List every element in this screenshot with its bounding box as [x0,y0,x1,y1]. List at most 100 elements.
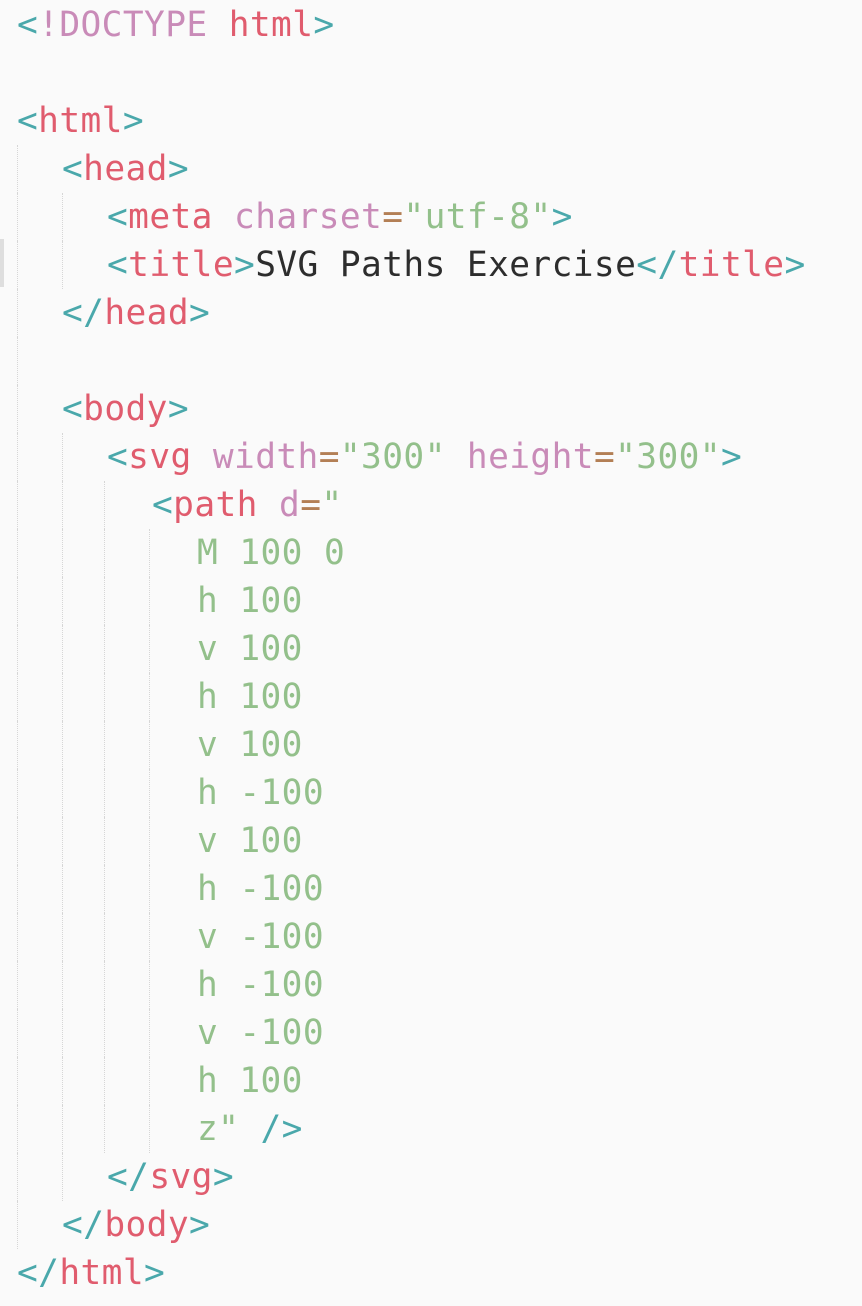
doctype-close-bracket: > [313,5,335,45]
svg-end-close-bracket: > [212,1157,235,1197]
indent-guide [149,1009,150,1057]
code-line-path-command[interactable]: h -100 [0,769,862,817]
indent-guide [62,529,63,577]
body-end-open-bracket: </ [62,1205,105,1245]
head-end-tag-name: head [104,293,190,333]
code-line-path-command[interactable]: v 100 [0,625,862,673]
indent-guide [17,913,18,961]
indent-guide [17,481,18,529]
indent-guide [62,1105,63,1153]
svg-end-open-bracket: </ [107,1157,150,1197]
code-line-head-open[interactable]: <head> [0,145,862,193]
html-end-tag-name: html [59,1253,145,1293]
title-text: SVG Paths Exercise [255,245,637,285]
indent-guide [149,769,150,817]
indent-guide [104,577,105,625]
indent-guide [17,1153,18,1201]
meta-tag-name: meta [128,197,213,237]
indent-guide [62,433,63,481]
indent-guide [62,481,63,529]
code-line-body-close[interactable]: </body> [0,1201,862,1249]
svg-width-value: "300" [339,437,446,477]
code-line-path-command[interactable]: h 100 [0,673,862,721]
code-line-doctype[interactable]: <!DOCTYPE html> [0,1,862,49]
code-line-path-command[interactable]: M 100 0 [0,529,862,577]
code-line-svg-close[interactable]: </svg> [0,1153,862,1201]
indent-guide [17,673,18,721]
indent-guide [17,769,18,817]
title-open-bracket: < [107,245,129,285]
indent-guide [149,817,150,865]
indent-guide [104,817,105,865]
indent-guide [104,481,105,529]
code-line-path-command[interactable]: v 100 [0,721,862,769]
path-command: h 100 [197,677,303,717]
html-tag-name: html [38,101,123,141]
path-command: h -100 [197,869,325,909]
path-command: M 100 0 [197,533,346,573]
indent-guide [149,721,150,769]
head-tag-name: head [83,149,168,189]
indent-guide [17,145,18,193]
code-line-path-command[interactable]: v -100 [0,1009,862,1057]
body-tag-name: body [83,389,168,429]
indent-guide [62,817,63,865]
indent-guide [17,529,18,577]
path-open-bracket: < [152,485,174,525]
path-d-attribute: d [279,485,301,525]
html-end-close-bracket: > [144,1253,166,1293]
indent-guide [62,193,63,241]
code-line-path-close[interactable]: z" /> [0,1105,862,1153]
doctype-keyword: !DOCTYPE [38,5,208,45]
path-command: h 100 [197,581,303,621]
code-line-meta[interactable]: <meta charset="utf-8"> [0,193,862,241]
code-line-empty[interactable] [0,49,862,97]
code-line-path-command[interactable]: h -100 [0,961,862,1009]
body-end-tag-name: body [104,1205,190,1245]
code-line-path-command[interactable]: v -100 [0,913,862,961]
indent-guide [104,1009,105,1057]
path-equals: = [300,485,322,525]
indent-guide [104,1105,105,1153]
path-open-quote: " [321,485,343,525]
code-editor[interactable]: <!DOCTYPE html> <html> <head> <meta char… [0,0,862,1306]
title-end-close-bracket: > [784,245,806,285]
indent-guide [17,337,18,385]
indent-guide [149,865,150,913]
indent-guide [62,625,63,673]
indent-guide [149,961,150,1009]
path-command: v -100 [197,917,325,957]
svg-tag-name: svg [128,437,192,477]
title-end-open-bracket: </ [636,245,679,285]
code-line-body-open[interactable]: <body> [0,385,862,433]
code-line-path-open[interactable]: <path d=" [0,481,862,529]
indent-guide [104,673,105,721]
code-line-svg-open[interactable]: <svg width="300" height="300"> [0,433,862,481]
title-end-tag-name: title [678,245,785,285]
indent-guide [104,625,105,673]
code-line-html-open[interactable]: <html> [0,97,862,145]
meta-charset-value: "utf-8" [403,197,552,237]
head-close-bracket: > [167,149,190,189]
indent-guide [17,721,18,769]
indent-guide [104,529,105,577]
indent-guide [62,673,63,721]
code-line-path-command[interactable]: h 100 [0,577,862,625]
code-line-empty[interactable] [0,337,862,385]
code-line-path-command[interactable]: h -100 [0,865,862,913]
head-end-close-bracket: > [189,293,211,333]
meta-close-bracket: > [551,197,573,237]
code-line-path-command[interactable]: h 100 [0,1057,862,1105]
code-line-html-close[interactable]: </html> [0,1249,862,1297]
code-line-title[interactable]: <title>SVG Paths Exercise</title> [0,241,862,289]
path-command: v 100 [197,725,303,765]
code-line-path-command[interactable]: v 100 [0,817,862,865]
indent-guide [104,913,105,961]
title-tag-name: title [128,245,235,285]
meta-open-bracket: < [107,197,129,237]
indent-guide [17,817,18,865]
indent-guide [17,385,18,433]
indent-guide [149,1105,150,1153]
indent-guide [62,961,63,1009]
code-line-head-close[interactable]: </head> [0,289,862,337]
